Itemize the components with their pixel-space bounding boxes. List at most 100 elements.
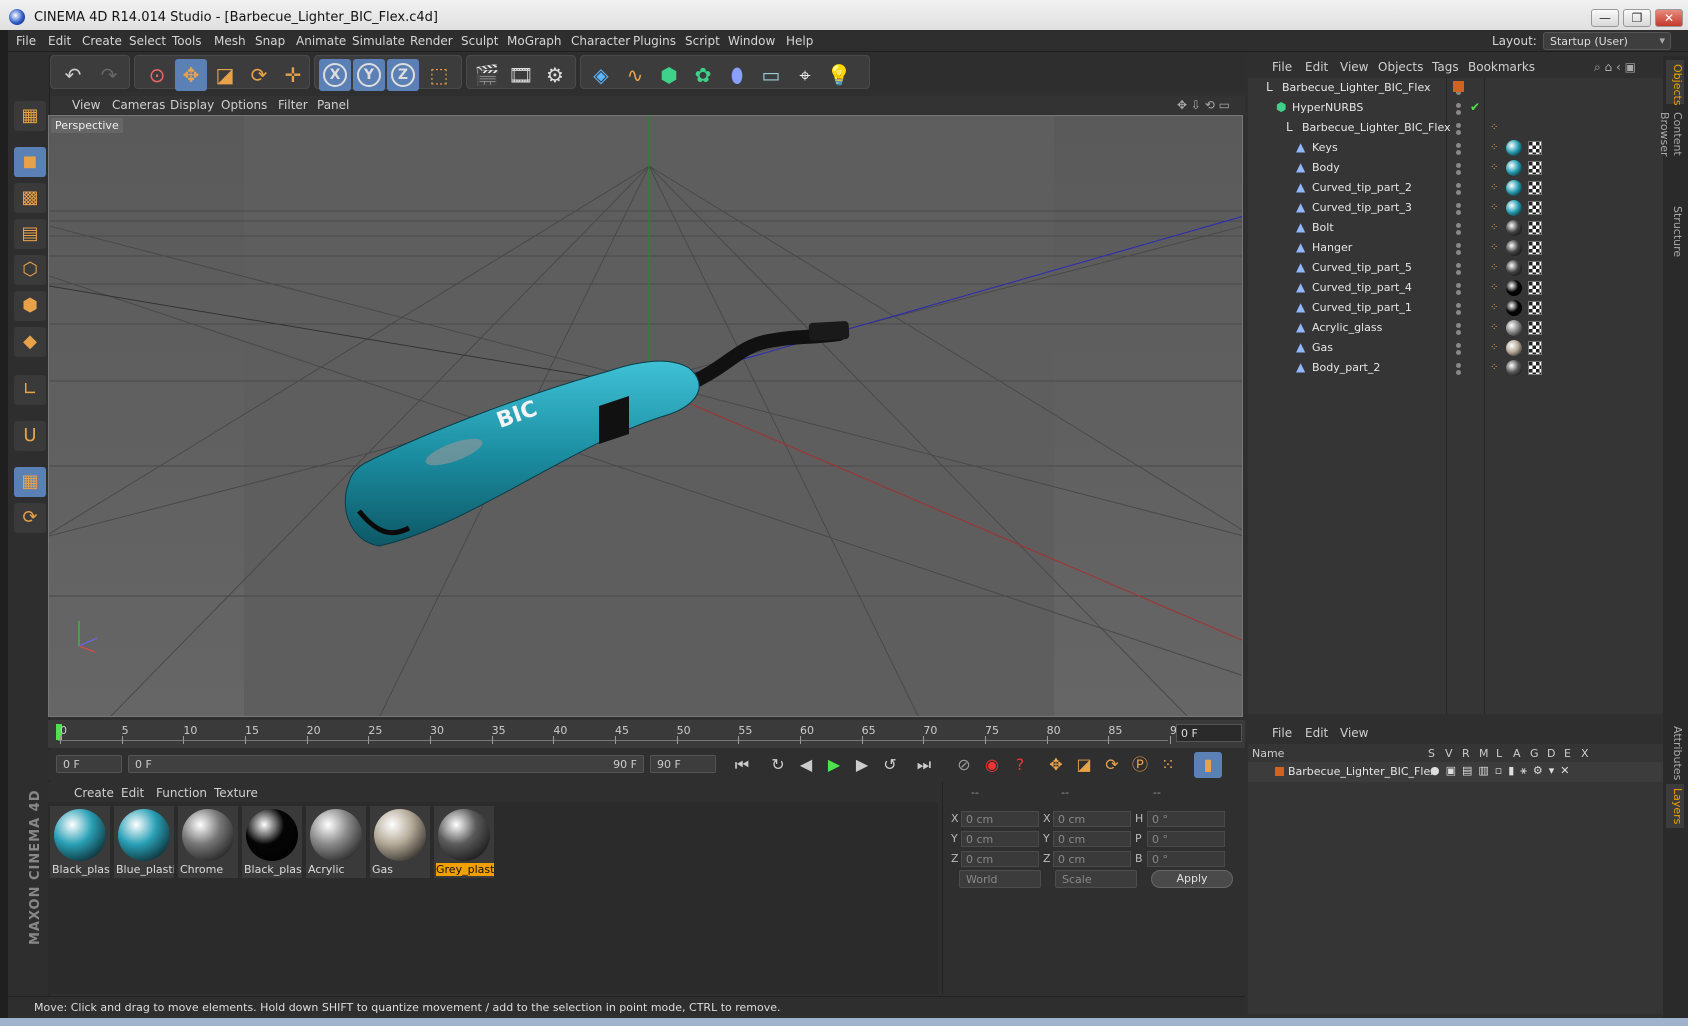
uvw-tag-icon[interactable] (1528, 261, 1542, 275)
editor-visibility-dot[interactable] (1456, 323, 1461, 328)
object-name[interactable]: Keys (1312, 141, 1338, 154)
viewport-nav-icons[interactable]: ✥ ⇩ ⟲ ▭ (1177, 98, 1230, 112)
material-tag-icon[interactable] (1506, 300, 1522, 316)
menu-mograph[interactable]: MoGraph (507, 34, 562, 48)
phong-tag-icon[interactable]: ⁘ (1490, 142, 1500, 154)
phong-tag-icon[interactable]: ⁘ (1490, 342, 1500, 354)
tab-content-browser[interactable]: Content Browser (1658, 108, 1684, 198)
object-row[interactable]: ▲ Curved_tip_part_5 ⁘ (1248, 258, 1663, 278)
phong-tag-icon[interactable]: ⁘ (1490, 202, 1500, 214)
coordinate-system-button[interactable]: ⬚ (423, 59, 455, 91)
previous-frame-button[interactable]: ◀ (792, 752, 820, 778)
live-selection-button[interactable]: ⊙ (141, 59, 173, 91)
editor-visibility-dot[interactable] (1456, 143, 1461, 148)
object-row[interactable]: ▲ Acrylic_glass ⁘ (1248, 318, 1663, 338)
object-row[interactable]: ▲ Curved_tip_part_2 ⁘ (1248, 178, 1663, 198)
objects-menu-edit[interactable]: Edit (1305, 60, 1328, 74)
edges-mode-button[interactable]: ⬢ (14, 291, 46, 321)
goto-end-button[interactable]: ⏭ (910, 752, 938, 778)
object-name[interactable]: Barbecue_Lighter_BIC_Flex (1302, 121, 1451, 134)
end-frame-field[interactable]: 90 F (650, 755, 716, 773)
record-keys-button[interactable]: ⊘ (950, 752, 978, 778)
deformer-button[interactable]: ⬮ (721, 59, 753, 91)
phong-tag-icon[interactable]: ⁘ (1490, 222, 1500, 234)
menu-sculpt[interactable]: Sculpt (461, 34, 498, 48)
object-row[interactable]: ▲ Hanger ⁘ (1248, 238, 1663, 258)
rotation-p-field[interactable]: 0 ° (1147, 831, 1225, 847)
editor-visibility-dot[interactable] (1456, 183, 1461, 188)
material-swatch[interactable]: Acrylic (306, 806, 366, 878)
scale-tool-button[interactable]: ◪ (209, 59, 241, 91)
menu-simulate[interactable]: Simulate (352, 34, 405, 48)
uvw-tag-icon[interactable] (1528, 301, 1542, 315)
key-position-button[interactable]: ✥ (1042, 752, 1070, 778)
y-axis-lock-button[interactable]: Y (353, 59, 385, 91)
material-tag-icon[interactable] (1506, 360, 1522, 376)
object-name[interactable]: Body_part_2 (1312, 361, 1380, 374)
render-visibility-dot[interactable] (1456, 170, 1461, 175)
key-scale-button[interactable]: ◪ (1070, 752, 1098, 778)
tab-objects[interactable]: Objects (1666, 60, 1684, 106)
cube-object-button[interactable]: ◈ (585, 59, 617, 91)
material-swatch[interactable]: Blue_plasti (114, 806, 174, 878)
apply-button[interactable]: Apply (1151, 870, 1233, 888)
move-tool-button[interactable]: ✥ (175, 59, 207, 91)
objects-menu-file[interactable]: File (1272, 60, 1292, 74)
array-button[interactable]: ✿ (687, 59, 719, 91)
light-button[interactable]: 💡 (823, 59, 855, 91)
autokey-button[interactable]: ◉ (978, 752, 1006, 778)
object-row[interactable]: ▲ Keys ⁘ (1248, 138, 1663, 158)
object-row[interactable]: ▲ Body_part_2 ⁘ (1248, 358, 1663, 378)
viewport-menu-options[interactable]: Options (221, 98, 267, 112)
material-menu-function[interactable]: Function (156, 786, 207, 800)
next-frame-button[interactable]: ▶ (848, 752, 876, 778)
render-visibility-dot[interactable] (1456, 110, 1461, 115)
object-name[interactable]: Body (1312, 161, 1340, 174)
menu-script[interactable]: Script (685, 34, 720, 48)
coordinate-mode-select[interactable]: World (959, 870, 1041, 888)
key-pla-button[interactable]: ⁙ (1154, 752, 1182, 778)
object-name[interactable]: Curved_tip_part_1 (1312, 301, 1412, 314)
material-tag-icon[interactable] (1506, 340, 1522, 356)
redo-button[interactable]: ↷ (93, 59, 125, 91)
material-tag-icon[interactable] (1506, 280, 1522, 296)
object-name[interactable]: Acrylic_glass (1312, 321, 1382, 334)
editor-visibility-dot[interactable] (1456, 223, 1461, 228)
object-name[interactable]: Bolt (1312, 221, 1334, 234)
menu-snap[interactable]: Snap (255, 34, 285, 48)
make-editable-button[interactable]: ▦ (14, 101, 46, 131)
layers-menu-edit[interactable]: Edit (1305, 726, 1328, 740)
object-row[interactable]: ▲ Curved_tip_part_3 ⁘ (1248, 198, 1663, 218)
object-row[interactable]: L Barbecue_Lighter_BIC_Flex ⁘ (1248, 118, 1663, 138)
rotate-tool-button[interactable]: ⟳ (243, 59, 275, 91)
phong-tag-icon[interactable]: ⁘ (1490, 162, 1500, 174)
material-tag-icon[interactable] (1506, 160, 1522, 176)
editor-visibility-dot[interactable] (1456, 203, 1461, 208)
menu-tools[interactable]: Tools (172, 34, 202, 48)
object-row[interactable]: L Barbecue_Lighter_BIC_Flex (1248, 78, 1663, 98)
menu-help[interactable]: Help (786, 34, 813, 48)
menu-create[interactable]: Create (82, 34, 122, 48)
layer-color-swatch[interactable] (1453, 81, 1464, 92)
phong-tag-icon[interactable]: ⁘ (1490, 182, 1500, 194)
phong-tag-icon[interactable]: ⁘ (1490, 302, 1500, 314)
render-visibility-dot[interactable] (1456, 130, 1461, 135)
material-swatch[interactable]: Chrome (178, 806, 238, 878)
position-z-field[interactable]: 0 cm (961, 851, 1039, 867)
phong-tag-icon[interactable]: ⁘ (1490, 242, 1500, 254)
object-name[interactable]: Curved_tip_part_3 (1312, 201, 1412, 214)
material-swatch[interactable]: Gas (370, 806, 430, 878)
material-swatch[interactable]: Black_plast (242, 806, 302, 878)
object-name[interactable]: Curved_tip_part_5 (1312, 261, 1412, 274)
uvw-tag-icon[interactable] (1528, 161, 1542, 175)
layers-menu-file[interactable]: File (1272, 726, 1292, 740)
render-visibility-dot[interactable] (1456, 230, 1461, 235)
object-row[interactable]: ▲ Curved_tip_part_1 ⁘ (1248, 298, 1663, 318)
material-menu-texture[interactable]: Texture (214, 786, 258, 800)
render-visibility-dot[interactable] (1456, 350, 1461, 355)
editor-visibility-dot[interactable] (1456, 343, 1461, 348)
workplane-mode-button[interactable]: ▤ (14, 219, 46, 249)
menu-select[interactable]: Select (129, 34, 166, 48)
menu-plugins[interactable]: Plugins (633, 34, 676, 48)
object-name[interactable]: Curved_tip_part_2 (1312, 181, 1412, 194)
